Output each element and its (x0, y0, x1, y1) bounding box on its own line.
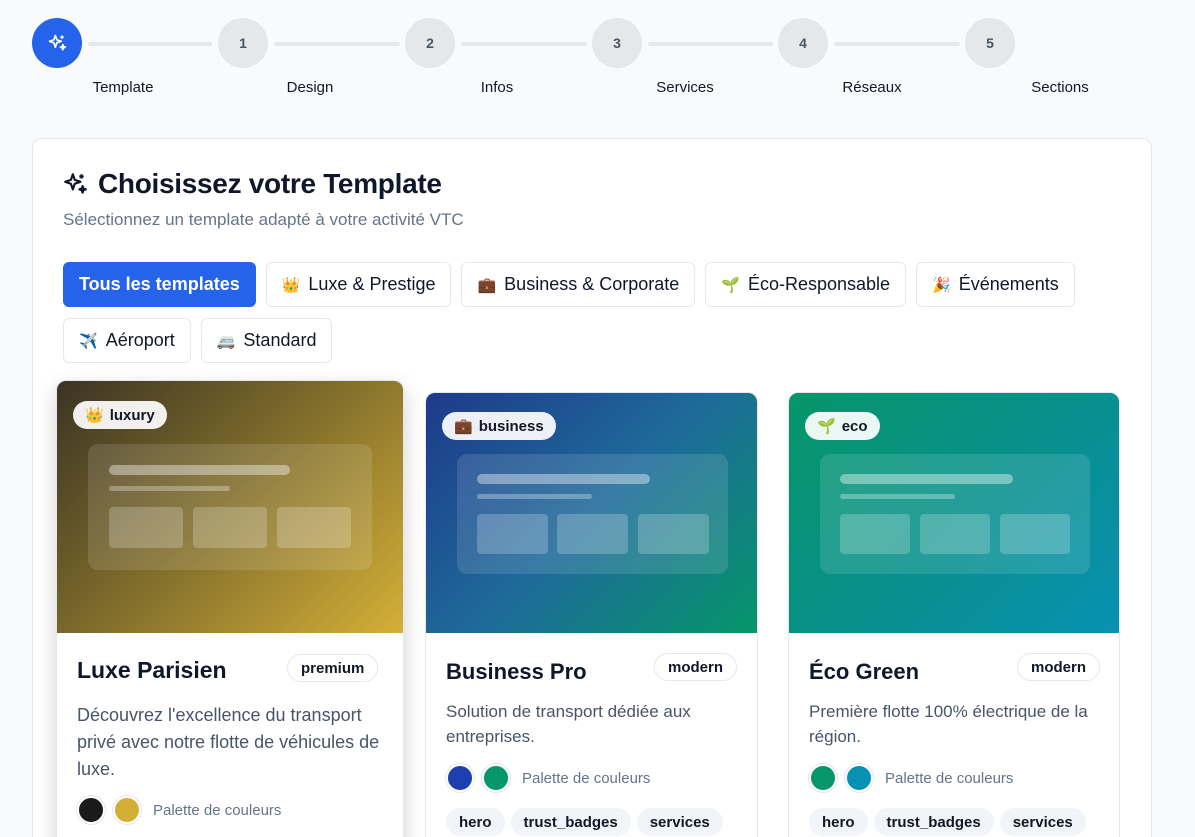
template-description: Découvrez l'excellence du transport priv… (77, 705, 380, 779)
palette-label: Palette de couleurs (153, 801, 282, 819)
section-tags: hero trust_badges services (809, 808, 1086, 836)
page-title: Choisissez votre Template (98, 168, 442, 199)
tag-label: eco (841, 417, 868, 435)
template-card-business-pro[interactable]: 💼 business Business Pro modern Solution d… (425, 392, 758, 837)
section-tag: services (999, 808, 1086, 836)
template-description: Solution de transport dédiée aux entrepr… (446, 702, 691, 746)
tag-label: luxury (109, 406, 155, 424)
color-palette: Palette de couleurs (446, 764, 650, 792)
category-filters: Tous les templates 👑 Luxe & Prestige 💼 Bus… (63, 262, 1123, 363)
template-preview: 💼 business (426, 393, 757, 633)
category-tag: 👑 luxury (73, 401, 167, 429)
airplane-icon: ✈️ (79, 332, 98, 350)
layout-mockup (457, 454, 728, 574)
step-connector (834, 42, 960, 46)
style-badge: premium (287, 654, 379, 682)
seedling-icon: 🌱 (721, 276, 740, 294)
step-number: 1 (239, 35, 247, 51)
color-swatch (482, 764, 510, 792)
color-swatch (113, 796, 141, 824)
tag-label: business (478, 417, 544, 435)
step-infos[interactable]: 2 (405, 18, 455, 68)
step-number: 4 (799, 35, 807, 51)
filter-label: Éco-Responsable (747, 274, 891, 294)
step-design[interactable]: 1 (218, 18, 268, 68)
style-badge: modern (1017, 653, 1101, 681)
sparkles-icon (64, 173, 87, 194)
filter-standard[interactable]: 🚐 Standard (200, 318, 333, 363)
template-description: Première flotte 100% électrique de la ré… (809, 702, 1088, 746)
minibus-icon: 🚐 (216, 332, 236, 350)
panel-header: Choisissez votre Template (62, 168, 442, 200)
filter-luxe[interactable]: 👑 Luxe & Prestige (265, 262, 452, 307)
step-template[interactable] (32, 18, 82, 68)
step-label: Infos (480, 79, 514, 96)
step-label: Réseaux (842, 79, 902, 96)
style-badge: modern (654, 653, 738, 681)
template-name: Business Pro (446, 659, 587, 684)
section-tag: hero (446, 808, 505, 836)
color-swatch (845, 764, 873, 792)
template-card-luxe-parisien[interactable]: 👑 luxury Luxe Parisien premium Découvrez … (56, 380, 404, 837)
step-number: 5 (986, 35, 994, 51)
filter-business[interactable]: 💼 Business & Corporate (461, 262, 696, 307)
step-connector (88, 42, 212, 46)
step-label: Services (656, 79, 714, 96)
layout-mockup (88, 444, 372, 570)
briefcase-icon: 💼 (454, 418, 473, 435)
category-tag: 🌱 eco (805, 412, 880, 440)
step-label: Sections (1031, 79, 1089, 96)
filter-all[interactable]: Tous les templates (63, 262, 256, 307)
section-tags: hero trust_badges services (446, 808, 723, 836)
palette-label: Palette de couleurs (522, 769, 651, 787)
color-swatch (77, 796, 105, 824)
step-label: Design (286, 79, 334, 96)
section-tag: trust_badges (873, 808, 994, 836)
step-reseaux[interactable]: 4 (778, 18, 828, 68)
filter-label: Aéroport (105, 330, 175, 350)
filter-evenements[interactable]: 🎉 Événements (916, 262, 1075, 307)
palette-label: Palette de couleurs (885, 769, 1014, 787)
color-palette: Palette de couleurs (809, 764, 1013, 792)
page-subtitle: Sélectionnez un template adapté à votre … (63, 210, 464, 229)
template-preview: 👑 luxury (57, 381, 403, 633)
step-sections[interactable]: 5 (965, 18, 1015, 68)
step-label: Template (92, 79, 154, 96)
color-palette: Palette de couleurs (77, 796, 281, 824)
template-name: Luxe Parisien (77, 657, 227, 683)
filter-eco[interactable]: 🌱 Éco-Responsable (705, 262, 907, 307)
color-swatch (809, 764, 837, 792)
category-tag: 💼 business (442, 412, 556, 440)
step-number: 3 (613, 35, 621, 51)
layout-mockup (820, 454, 1090, 574)
step-services[interactable]: 3 (592, 18, 642, 68)
step-connector (461, 42, 587, 46)
filter-label: Luxe & Prestige (308, 274, 436, 294)
filter-label: Tous les templates (79, 274, 240, 294)
template-preview: 🌱 eco (789, 393, 1119, 633)
step-number: 2 (426, 35, 434, 51)
section-tag: trust_badges (510, 808, 631, 836)
sparkles-icon (48, 34, 67, 51)
filter-label: Événements (958, 274, 1059, 294)
template-card-eco-green[interactable]: 🌱 eco Éco Green modern Première flotte 10… (788, 392, 1120, 837)
section-tag: services (636, 808, 723, 836)
filter-aeroport[interactable]: ✈️ Aéroport (63, 318, 191, 363)
section-tag: hero (809, 808, 868, 836)
color-swatch (446, 764, 474, 792)
progress-stepper: 1 2 3 4 5 Template Design Infos Services… (0, 0, 1195, 110)
crown-icon: 👑 (281, 276, 301, 294)
filter-label: Standard (243, 330, 317, 350)
party-popper-icon: 🎉 (932, 276, 951, 294)
template-name: Éco Green (809, 659, 920, 684)
briefcase-icon: 💼 (477, 276, 497, 294)
step-connector (274, 42, 400, 46)
seedling-icon: 🌱 (817, 418, 836, 435)
step-connector (648, 42, 773, 46)
filter-label: Business & Corporate (504, 274, 680, 294)
crown-icon: 👑 (85, 407, 104, 424)
